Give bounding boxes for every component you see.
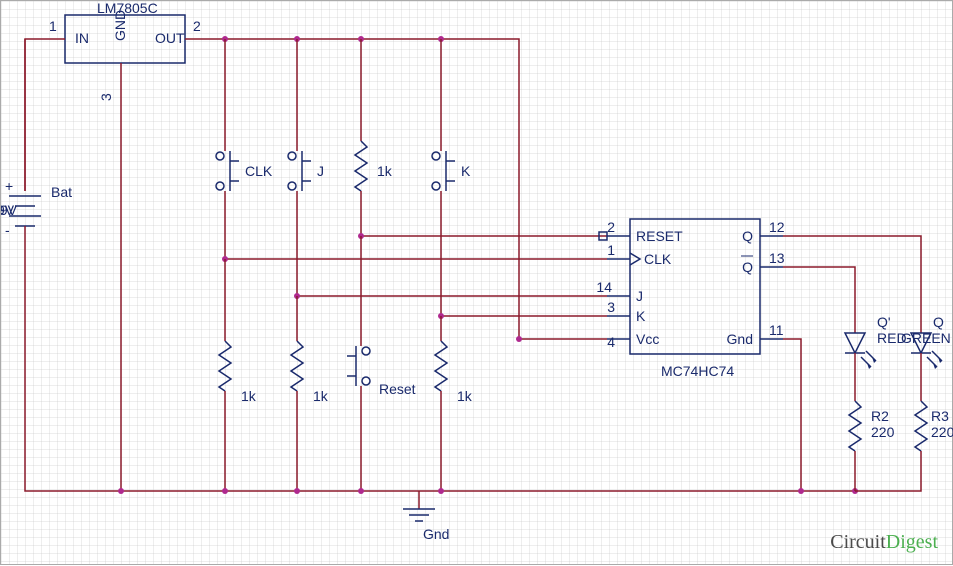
resistor-r2: R2 220 — [849, 401, 895, 491]
led-green-color: GREEN — [901, 330, 951, 346]
ic-flipflop: 2 RESET 1 CLK 14 J 3 K 4 Vcc Q 12 Q 13 G… — [596, 219, 784, 379]
res-k-val: 1k — [457, 388, 473, 404]
pulldown-j: 1k — [291, 296, 329, 491]
ic-pin4-num: 4 — [607, 334, 615, 350]
ic-pin-gnd: Gnd — [727, 331, 753, 347]
ic-pin2-num: 2 — [607, 219, 615, 235]
pulldown-k: 1k — [435, 316, 473, 491]
ground-symbol: Gnd — [403, 491, 449, 542]
reset-button-label: Reset — [379, 381, 416, 397]
ic-pin-qb: Q — [742, 259, 753, 275]
regulator-pin1-num: 1 — [49, 18, 57, 34]
res-top-val: 1k — [377, 163, 393, 179]
k-button-label: K — [461, 163, 471, 179]
watermark-a: Circuit — [830, 531, 886, 553]
ic-pin3-num: 3 — [607, 299, 615, 315]
ic-pin1-num: 1 — [607, 242, 615, 258]
regulator-pin-out: OUT — [155, 30, 185, 46]
schematic-canvas: LM7805C IN OUT GND 1 2 3 + - Bat 9V 9V — [0, 0, 953, 565]
svg-text:+: + — [5, 178, 13, 194]
k-button: K — [432, 39, 471, 316]
regulator-pin2-num: 2 — [193, 18, 201, 34]
svg-text:-: - — [5, 222, 10, 238]
resistor-r3: R3 220 — [855, 401, 953, 491]
watermark-b: Digest — [886, 531, 938, 553]
battery-label: Bat — [51, 184, 72, 200]
ic-pin-reset: RESET — [636, 228, 683, 244]
ic-pin-k: K — [636, 308, 646, 324]
j-button-label: J — [317, 163, 324, 179]
ic-pin11-num: 11 — [769, 322, 784, 338]
pulldown-clk: 1k — [219, 259, 257, 491]
ground-label: Gnd — [423, 526, 449, 542]
ic-pin-vcc: Vcc — [636, 331, 659, 347]
led-green-name: Q — [933, 314, 944, 330]
ic-pin-q: Q — [742, 228, 753, 244]
ic-pin-j: J — [636, 288, 643, 304]
res-j-val: 1k — [313, 388, 329, 404]
battery-voltage-text: 9V — [1, 202, 15, 218]
r2-name: R2 — [871, 408, 889, 424]
ic-pin13-num: 13 — [769, 250, 785, 266]
led-red: Q' RED — [845, 314, 907, 401]
res-clk-val: 1k — [241, 388, 257, 404]
ic-pin14-num: 14 — [596, 279, 612, 295]
ic-pin-clk: CLK — [644, 251, 672, 267]
reset-button: Reset — [347, 236, 416, 491]
clk-button-label: CLK — [245, 163, 273, 179]
voltage-regulator: LM7805C IN OUT GND 1 2 3 — [49, 1, 201, 101]
r3-val: 220 — [931, 424, 953, 440]
battery: + - Bat 9V 9V — [1, 178, 72, 238]
r3-name: R3 — [931, 408, 949, 424]
ic-pin12-num: 12 — [769, 219, 785, 235]
led-red-name: Q' — [877, 314, 891, 330]
regulator-pin-gnd: GND — [112, 10, 128, 41]
regulator-pin-in: IN — [75, 30, 89, 46]
ic-part-label: MC74HC74 — [661, 363, 734, 379]
pulldown-res-top: 1k — [355, 39, 393, 236]
clk-button: CLK — [216, 39, 273, 259]
r2-val: 220 — [871, 424, 895, 440]
watermark: CircuitDigest — [830, 531, 938, 554]
regulator-pin3-num: 3 — [98, 93, 114, 101]
j-button: J — [288, 39, 324, 296]
led-green: Q GREEN — [901, 314, 951, 401]
